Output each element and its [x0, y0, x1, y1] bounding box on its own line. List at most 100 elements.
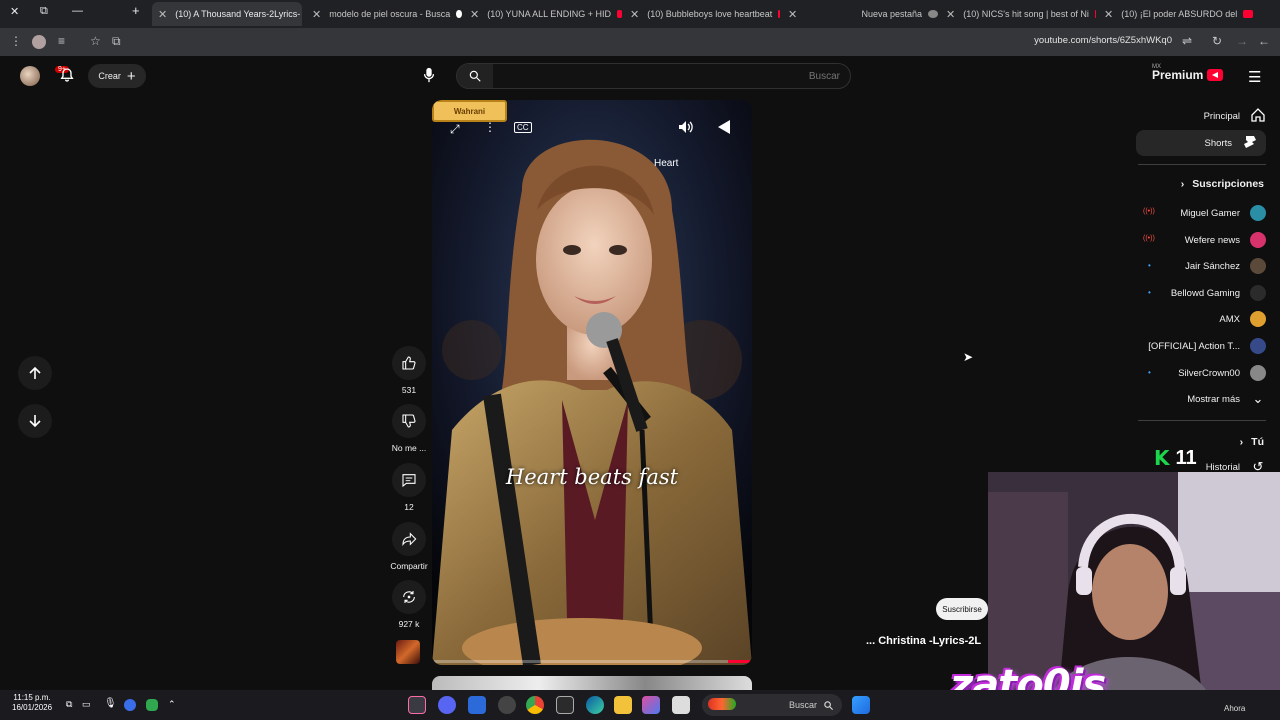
tab-active[interactable]: ✕ (10) A Thousand Years-2Lyrics-: [152, 2, 302, 26]
subscriptions-heading[interactable]: › Suscripciones: [1181, 178, 1264, 190]
battery-icon[interactable]: ▭: [82, 699, 94, 717]
shorts-player[interactable]: Wahrani ⤢ ⋮ CC Heart Heart beats fast: [432, 100, 752, 665]
site-settings-icon[interactable]: ⇌: [1182, 34, 1192, 48]
taskbar-clock[interactable]: 11:15 p.m. 16/01/2026: [12, 693, 52, 713]
search-input[interactable]: [520, 67, 840, 85]
bookmark-star-icon[interactable]: ☆: [90, 34, 101, 48]
reload-icon[interactable]: ↻: [1212, 34, 1222, 48]
sidebar-subscription-item[interactable]: [OFFICIAL] Action T...: [1148, 333, 1266, 359]
chevron-up-icon[interactable]: ⌃: [168, 699, 178, 717]
tab[interactable]: ✕ (10) NICS's hit song | best of Ni: [946, 2, 1096, 26]
page-info-icon[interactable]: ⧉: [112, 34, 121, 49]
close-tab-icon[interactable]: ✕: [788, 8, 797, 21]
menu-hamburger-icon[interactable]: ☰: [1248, 68, 1261, 86]
windows-start-icon[interactable]: [852, 696, 870, 714]
mic-icon[interactable]: 🎙: [104, 698, 117, 716]
sidebar-subscription-item[interactable]: AMX: [1219, 306, 1266, 332]
profile-icon[interactable]: [32, 35, 46, 49]
sidebar-subscription-item[interactable]: Wefere news: [1185, 227, 1266, 253]
create-button[interactable]: Crear +: [88, 64, 146, 88]
discord-app-icon[interactable]: [438, 696, 456, 714]
forward-icon[interactable]: →: [1236, 34, 1248, 48]
youtube-header: 9+ Crear + MX Premium ☰: [0, 56, 1280, 98]
video-title[interactable]: ... Christina -Lyrics-2L: [866, 635, 981, 647]
comment-icon: [392, 463, 426, 497]
tab[interactable]: ✕ (10) ¡El poder ABSURDO del: [1104, 2, 1254, 26]
tab[interactable]: ✕ Nueva pestaña: [788, 2, 938, 26]
youtube-premium-logo[interactable]: MX Premium: [1152, 64, 1224, 82]
tab[interactable]: ✕ modelo de piel oscura - Busca: [312, 2, 462, 26]
sidebar-item-label: Bellowd Gaming: [1170, 287, 1240, 299]
tab[interactable]: ✕ (10) YUNA ALL ENDING + HID: [470, 2, 622, 26]
app-icon[interactable]: [468, 696, 486, 714]
sidebar-subscription-item[interactable]: Miguel Gamer: [1180, 200, 1266, 226]
channel-avatar: [1250, 285, 1266, 301]
search-button[interactable]: [457, 64, 493, 88]
windows-taskbar: ⧉ ▭ 🎙 ⌃: [0, 690, 1280, 720]
tray-icon[interactable]: ⧉: [66, 699, 78, 717]
app-icon[interactable]: [672, 696, 690, 714]
app-icon[interactable]: [498, 696, 516, 714]
chevron-right-icon: ›: [1180, 178, 1185, 190]
next-short-button[interactable]: [18, 404, 52, 438]
sidebar-subscription-item[interactable]: Jair Sánchez: [1185, 253, 1266, 279]
sidebar-item-label: Principal: [1203, 110, 1240, 122]
obs-app-icon[interactable]: [408, 696, 426, 714]
taskbar-widget-label[interactable]: Ahora: [1224, 704, 1245, 713]
account-avatar[interactable]: [20, 66, 40, 86]
close-tab-icon[interactable]: ✕: [158, 8, 167, 21]
captions-icon[interactable]: CC: [514, 122, 532, 133]
edge-app-icon[interactable]: [586, 696, 604, 714]
url-text[interactable]: youtube.com/shorts/6Z5xhWKq0: [1034, 35, 1172, 46]
remix-button[interactable]: 927 k: [380, 580, 438, 629]
next-short-preview[interactable]: [432, 676, 752, 690]
notifications-bell-icon[interactable]: [59, 67, 75, 86]
extensions-icon[interactable]: ≡: [58, 34, 65, 48]
close-tab-icon[interactable]: ✕: [470, 8, 479, 21]
more-options-icon[interactable]: ⋮: [10, 34, 22, 48]
mouse-cursor-icon: ➤: [963, 350, 974, 364]
expand-icon[interactable]: ⤢: [450, 122, 460, 137]
sidebar-item-label: Miguel Gamer: [1180, 207, 1240, 219]
calculator-app-icon[interactable]: [556, 696, 574, 714]
more-options-icon[interactable]: ⋮: [484, 120, 496, 134]
close-tab-icon[interactable]: ✕: [630, 8, 639, 21]
sidebar-show-more[interactable]: Mostrar más ⌄: [1187, 386, 1266, 412]
new-tab-icon[interactable]: +: [132, 3, 140, 18]
share-button[interactable]: Compartir: [380, 522, 438, 571]
subscribe-button[interactable]: Suscribirse: [936, 598, 988, 620]
voice-search-mic-icon[interactable]: [418, 64, 440, 86]
tab[interactable]: ✕ (10) Bubbleboys love heartbeat: [630, 2, 780, 26]
channel-avatar: [1250, 232, 1266, 248]
new-content-dot-icon: •: [1148, 288, 1151, 297]
close-tab-icon[interactable]: ✕: [312, 8, 321, 21]
network-icon[interactable]: [124, 699, 136, 711]
dislike-button[interactable]: No me ...: [380, 404, 438, 453]
create-label: Crear: [98, 71, 121, 81]
file-explorer-app-icon[interactable]: [614, 696, 632, 714]
search-box[interactable]: [456, 63, 851, 89]
back-icon[interactable]: ←: [1258, 34, 1270, 48]
comments-button[interactable]: 12: [380, 463, 438, 512]
minimize-window-icon[interactable]: —: [72, 5, 83, 17]
sound-thumbnail[interactable]: [396, 640, 420, 664]
store-app-icon[interactable]: [642, 696, 660, 714]
play-icon[interactable]: [718, 120, 730, 137]
sidebar-item-principal[interactable]: Principal: [1204, 103, 1266, 129]
restore-window-icon[interactable]: ⧉: [40, 5, 48, 18]
sidebar-item-shorts[interactable]: Shorts: [1136, 130, 1266, 156]
sidebar-item-label: Historial: [1205, 461, 1240, 473]
sidebar-subscription-item[interactable]: Bellowd Gaming: [1171, 280, 1266, 306]
sidebar-subscription-item[interactable]: SilverCrown00: [1178, 360, 1266, 386]
progress-bar[interactable]: [434, 660, 750, 663]
previous-short-button[interactable]: [18, 356, 52, 390]
like-button[interactable]: 531: [380, 346, 438, 395]
volume-icon[interactable]: [678, 120, 694, 137]
chrome-app-icon[interactable]: [526, 696, 544, 714]
close-tab-icon[interactable]: ✕: [946, 8, 955, 21]
taskbar-search[interactable]: Buscar: [702, 694, 842, 716]
app-tray-icon[interactable]: [146, 699, 158, 711]
close-window-icon[interactable]: ✕: [10, 5, 19, 18]
you-heading[interactable]: › Tú: [1240, 436, 1264, 448]
close-tab-icon[interactable]: ✕: [1104, 8, 1113, 21]
